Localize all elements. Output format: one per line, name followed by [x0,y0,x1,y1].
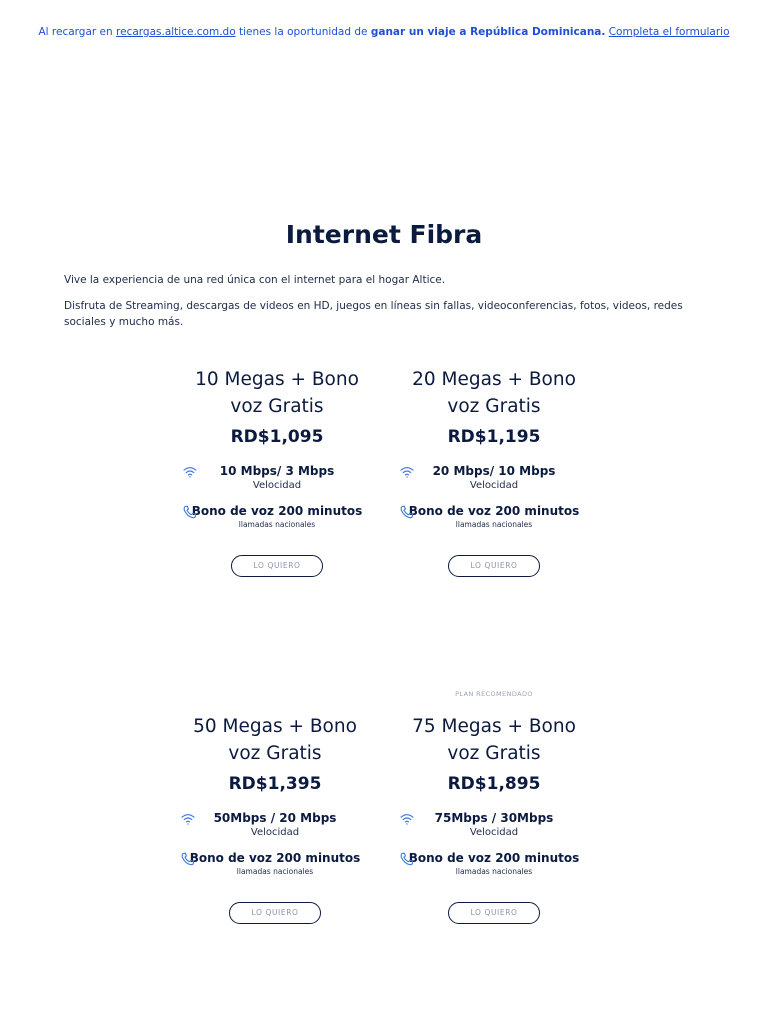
intro-paragraph-2: Disfruta de Streaming, descargas de vide… [64,300,683,328]
voice-value: Bono de voz 200 minutos [408,851,580,865]
voice-feature: Bono de voz 200 minutos llamadas naciona… [389,850,599,880]
plan-name: 10 Megas + Bono voz Gratis [172,366,382,420]
plan-price: RD$1,195 [447,427,541,447]
plan-card-50-megas: 50 Megas + Bono voz Gratis RD$1,395 50Mb… [170,713,380,924]
speed-value: 20 Mbps/ 10 Mbps [432,464,556,478]
voice-value: Bono de voz 200 minutos [408,504,580,518]
wifi-icon [399,464,415,478]
wifi-icon [182,464,198,478]
banner-middle: tienes la oportunidad de [238,26,368,38]
speed-feature: 50Mbps / 20 Mbps Velocidad [170,810,380,842]
plan-name-line-1: 20 Megas + Bono [412,369,576,390]
speed-label: Velocidad [469,480,519,491]
voice-label: llamadas nacionales [455,520,533,529]
lo-quiero-button[interactable]: LO QUIERO [448,555,540,577]
voice-feature: Bono de voz 200 minutos llamadas naciona… [170,850,380,880]
page-title: Internet Fibra [285,220,483,249]
phone-icon [182,504,198,519]
speed-value: 50Mbps / 20 Mbps [213,811,337,825]
voice-label: llamadas nacionales [238,520,316,529]
phone-icon [180,851,196,866]
plan-price: RD$1,395 [228,774,322,794]
voice-feature: Bono de voz 200 minutos llamadas naciona… [172,503,382,533]
plan-name-line-1: 10 Megas + Bono [195,369,359,390]
plan-name-line-2: voz Gratis [228,743,322,764]
plan-name-line-2: voz Gratis [447,743,541,764]
intro-paragraph-1: Vive la experiencia de una red única con… [64,274,446,286]
plan-price: RD$1,895 [447,774,541,794]
lo-quiero-button[interactable]: LO QUIERO [231,555,323,577]
plan-name-line-1: 50 Megas + Bono [193,716,357,737]
plan-name: 20 Megas + Bono voz Gratis [389,366,599,420]
banner-prefix: Al recargar en [38,26,113,38]
plan-name: 75 Megas + Bono voz Gratis [389,713,599,767]
speed-label: Velocidad [252,480,302,491]
speed-feature: 75Mbps / 30Mbps Velocidad [389,810,599,842]
lo-quiero-button[interactable]: LO QUIERO [448,902,540,924]
speed-label: Velocidad [250,827,300,838]
lo-quiero-button[interactable]: LO QUIERO [229,902,321,924]
plan-name-line-1: 75 Megas + Bono [412,716,576,737]
voice-feature: Bono de voz 200 minutos llamadas naciona… [389,503,599,533]
wifi-icon [399,811,415,825]
speed-feature: 20 Mbps/ 10 Mbps Velocidad [389,463,599,495]
voice-label: llamadas nacionales [236,867,314,876]
voice-value: Bono de voz 200 minutos [191,504,363,518]
plan-name-line-2: voz Gratis [447,396,541,417]
plan-price: RD$1,095 [230,427,324,447]
phone-icon [399,504,415,519]
plan-name: 50 Megas + Bono voz Gratis [170,713,380,767]
form-link[interactable]: Completa el formulario [609,26,730,38]
plan-card-75-megas: 75 Megas + Bono voz Gratis RD$1,895 75Mb… [389,713,599,924]
plan-card-20-megas: 20 Megas + Bono voz Gratis RD$1,195 20 M… [389,366,599,577]
speed-value: 75Mbps / 30Mbps [434,811,554,825]
speed-value: 10 Mbps/ 3 Mbps [219,464,335,478]
plan-card-10-megas: 10 Megas + Bono voz Gratis RD$1,095 10 M… [172,366,382,577]
phone-icon [399,851,415,866]
promo-banner: Al recargar en recargas.altice.com.do ti… [0,26,768,38]
plan-name-line-2: voz Gratis [230,396,324,417]
speed-label: Velocidad [469,827,519,838]
wifi-icon [180,811,196,825]
speed-feature: 10 Mbps/ 3 Mbps Velocidad [172,463,382,495]
recargas-link[interactable]: recargas.altice.com.do [116,26,236,38]
banner-highlight: ganar un viaje a República Dominicana. [370,26,606,38]
voice-value: Bono de voz 200 minutos [189,851,361,865]
recommended-badge: PLAN RECOMENDADO [455,690,533,698]
voice-label: llamadas nacionales [455,867,533,876]
